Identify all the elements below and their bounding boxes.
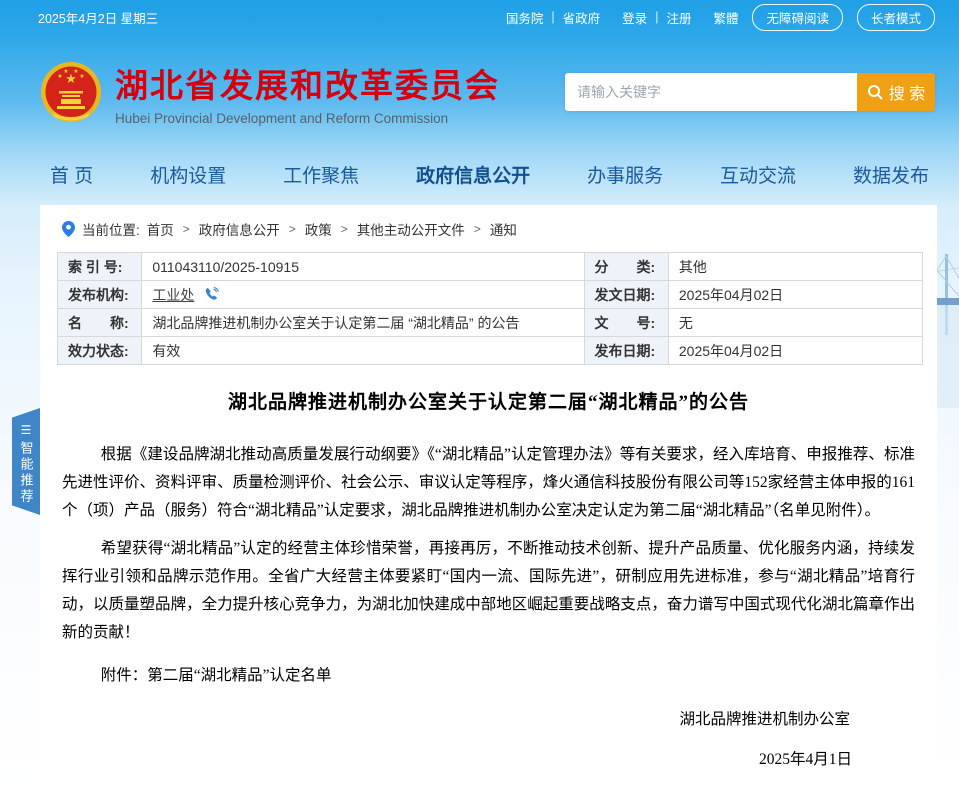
search-input[interactable] (565, 73, 857, 111)
breadcrumb-policy[interactable]: 政策 (305, 219, 332, 239)
breadcrumb-separator: > (474, 222, 481, 236)
article-paragraph-2: 希望获得“湖北精品”认定的经营主体珍惜荣誉，再接再厉，不断推动技术创新、提升产品… (62, 535, 915, 647)
phone-icon[interactable] (204, 287, 219, 302)
search-bar: 搜 索 (565, 73, 935, 111)
meta-value-validity: 有效 (142, 337, 584, 365)
login-link[interactable]: 登录 (622, 8, 647, 27)
meta-value-name: 湖北品牌推进机制办公室关于认定第二届 “湖北精品” 的公告 (142, 309, 584, 337)
search-button-label: 搜 索 (889, 80, 925, 104)
breadcrumb-separator: > (341, 222, 348, 236)
document-meta-table: 索 引 号: 011043110/2025-10915 分 类: 其他 发布机构… (57, 252, 923, 365)
svg-text:★: ★ (57, 73, 62, 80)
breadcrumb-gov-info[interactable]: 政府信息公开 (199, 219, 280, 239)
meta-label-category: 分 类: (584, 253, 668, 281)
national-emblem-logo: ★ ★ ★ ★ ★ (40, 61, 102, 123)
breadcrumb-notice[interactable]: 通知 (490, 219, 517, 239)
accessibility-button[interactable]: 无障碍阅读 (752, 4, 843, 31)
meta-value-issuing-agency: 工业处 (142, 281, 584, 309)
brand[interactable]: ★ ★ ★ ★ ★ 湖北省发展和改革委员会 Hubei Provincial D… (40, 59, 500, 126)
signature-date: 2025年4月1日 (40, 747, 937, 769)
meta-value-publish-date: 2025年04月02日 (668, 337, 922, 365)
nav-item-home[interactable]: 首 页 (50, 161, 93, 188)
menu-icon: ☰ (21, 424, 32, 436)
breadcrumb-separator: > (183, 222, 190, 236)
account-links: 登录 | 注册 (622, 8, 691, 27)
top-bar-links: 国务院 | 省政府 登录 | 注册 繁體 无障碍阅读 长者模式 (506, 4, 935, 31)
meta-label-issuing-agency: 发布机构: (58, 281, 142, 309)
svg-text:★: ★ (73, 68, 78, 75)
traditional-chinese-link[interactable]: 繁體 (713, 8, 738, 27)
table-row: 发布机构: 工业处 发文日期: 2025年04月02日 (58, 281, 923, 309)
breadcrumb-other-public-docs[interactable]: 其他主动公开文件 (357, 219, 465, 239)
top-bar: 2025年4月2日 星期三 国务院 | 省政府 登录 | 注册 繁體 无障碍阅读… (0, 0, 959, 34)
divider: | (655, 10, 658, 24)
meta-label-doc-number: 文 号: (584, 309, 668, 337)
divider: | (551, 10, 554, 24)
site-header: ★ ★ ★ ★ ★ 湖北省发展和改革委员会 Hubei Provincial D… (0, 34, 959, 150)
meta-label-issue-date: 发文日期: (584, 281, 668, 309)
breadcrumb-prefix: 当前位置: (82, 219, 140, 239)
ribbon-label: 智能推荐 (17, 441, 36, 505)
page: 2025年4月2日 星期三 国务院 | 省政府 登录 | 注册 繁體 无障碍阅读… (0, 0, 959, 794)
nav-item-interaction[interactable]: 互动交流 (720, 161, 796, 188)
signature-org: 湖北品牌推进机制办公室 (40, 707, 937, 729)
site-subtitle: Hubei Provincial Development and Reform … (115, 111, 500, 126)
brand-text: 湖北省发展和改革委员会 Hubei Provincial Development… (115, 59, 500, 126)
svg-text:★: ★ (79, 73, 84, 80)
department-link[interactable]: 工业处 (152, 287, 194, 303)
table-row: 效力状态: 有效 发布日期: 2025年04月02日 (58, 337, 923, 365)
breadcrumb: 当前位置: 首页 > 政府信息公开 > 政策 > 其他主动公开文件 > 通知 (40, 205, 937, 239)
nav-item-work-focus[interactable]: 工作聚焦 (283, 161, 359, 188)
content-panel: 当前位置: 首页 > 政府信息公开 > 政策 > 其他主动公开文件 > 通知 索… (40, 205, 937, 794)
meta-value-doc-number: 无 (668, 309, 922, 337)
smart-recommend-ribbon[interactable]: ☰ 智能推荐 (12, 408, 40, 515)
elder-mode-button[interactable]: 长者模式 (857, 4, 935, 31)
article-title: 湖北品牌推进机制办公室关于认定第二届“湖北精品”的公告 (40, 387, 937, 414)
gov-links: 国务院 | 省政府 (506, 8, 600, 27)
table-row: 索 引 号: 011043110/2025-10915 分 类: 其他 (58, 253, 923, 281)
meta-label-name: 名 称: (58, 309, 142, 337)
svg-text:★: ★ (63, 68, 68, 75)
search-icon (867, 84, 883, 100)
main-nav: 首 页 机构设置 工作聚焦 政府信息公开 办事服务 互动交流 数据发布 (0, 150, 959, 205)
nav-item-organization[interactable]: 机构设置 (150, 161, 226, 188)
attachment-line[interactable]: 附件：第二届“湖北精品”认定名单 (62, 663, 915, 685)
breadcrumb-separator: > (289, 222, 296, 236)
search-button[interactable]: 搜 索 (857, 73, 935, 111)
nav-item-services[interactable]: 办事服务 (587, 161, 663, 188)
meta-label-index-number: 索 引 号: (58, 253, 142, 281)
register-link[interactable]: 注册 (666, 8, 691, 27)
meta-value-index-number: 011043110/2025-10915 (142, 253, 584, 281)
provincial-gov-link[interactable]: 省政府 (563, 8, 601, 27)
meta-value-issue-date: 2025年04月02日 (668, 281, 922, 309)
meta-label-publish-date: 发布日期: (584, 337, 668, 365)
nav-item-data-release[interactable]: 数据发布 (853, 161, 929, 188)
nav-item-gov-info-disclosure[interactable]: 政府信息公开 (416, 161, 530, 188)
meta-value-category: 其他 (668, 253, 922, 281)
location-pin-icon (62, 221, 75, 237)
table-row: 名 称: 湖北品牌推进机制办公室关于认定第二届 “湖北精品” 的公告 文 号: … (58, 309, 923, 337)
article: 湖北品牌推进机制办公室关于认定第二届“湖北精品”的公告 根据《建设品牌湖北推动高… (40, 387, 937, 769)
state-council-link[interactable]: 国务院 (506, 8, 544, 27)
current-date: 2025年4月2日 星期三 (38, 8, 158, 27)
site-title: 湖北省发展和改革委员会 (115, 59, 500, 107)
article-paragraph-1: 根据《建设品牌湖北推动高质量发展行动纲要》《“湖北精品”认定管理办法》等有关要求… (62, 441, 915, 525)
meta-label-validity: 效力状态: (58, 337, 142, 365)
breadcrumb-home[interactable]: 首页 (147, 219, 174, 239)
